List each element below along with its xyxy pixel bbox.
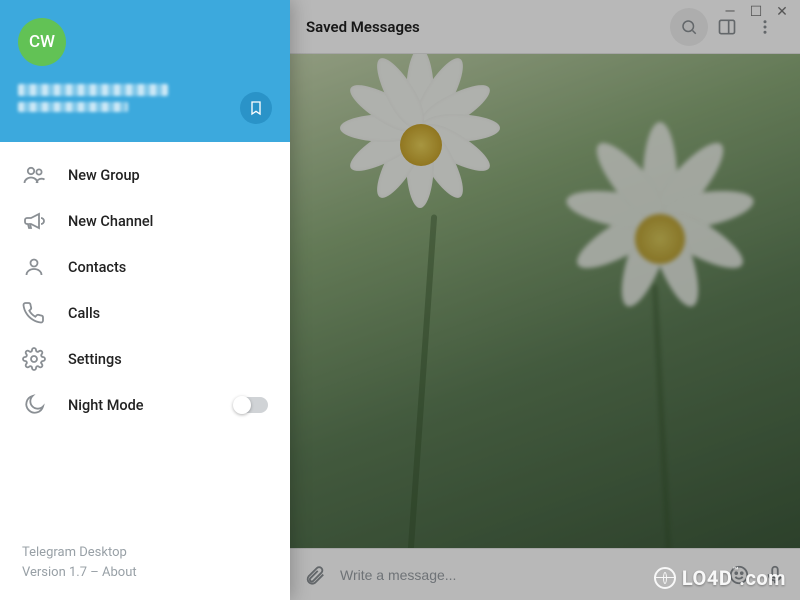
moon-icon <box>22 393 46 417</box>
drawer-menu: New Group New Channel Contacts <box>0 142 290 438</box>
group-icon <box>22 163 46 187</box>
menu-calls[interactable]: Calls <box>0 290 290 336</box>
watermark: LO4D™.com <box>654 566 786 590</box>
user-name-obscured <box>18 84 168 96</box>
window-maximize[interactable]: ☐ <box>748 4 764 18</box>
gear-icon <box>22 347 46 371</box>
menu-night-mode[interactable]: Night Mode <box>0 382 290 428</box>
drawer-header: CW <box>0 0 290 142</box>
window-close[interactable]: ✕ <box>774 4 790 18</box>
menu-contacts[interactable]: Contacts <box>0 244 290 290</box>
phone-icon <box>22 301 46 325</box>
menu-label: New Channel <box>68 213 268 230</box>
saved-messages-button[interactable] <box>240 92 272 124</box>
menu-new-channel[interactable]: New Channel <box>0 198 290 244</box>
user-info <box>18 84 272 112</box>
side-drawer: CW New Group <box>0 0 290 600</box>
avatar-initials: CW <box>29 32 55 52</box>
watermark-suffix: .com <box>739 566 786 590</box>
person-icon <box>22 255 46 279</box>
user-phone-obscured <box>18 102 128 112</box>
drawer-footer: Telegram Desktop Version 1.7 – About <box>0 529 290 600</box>
app-window: — ☐ ✕ Saved Messages <box>0 0 800 600</box>
search-icon[interactable] <box>670 8 708 46</box>
window-minimize[interactable]: — <box>722 4 738 18</box>
menu-label: Calls <box>68 305 268 322</box>
avatar[interactable]: CW <box>18 18 66 66</box>
menu-new-group[interactable]: New Group <box>0 152 290 198</box>
chat-title: Saved Messages <box>306 18 420 36</box>
version-about[interactable]: Version 1.7 – About <box>22 563 268 583</box>
attach-icon[interactable] <box>304 564 326 586</box>
watermark-text: LO4D <box>682 566 732 590</box>
menu-label: Settings <box>68 351 268 368</box>
menu-label: New Group <box>68 167 268 184</box>
chat-background <box>290 54 800 548</box>
window-controls: — ☐ ✕ <box>712 0 800 22</box>
menu-label: Contacts <box>68 259 268 276</box>
megaphone-icon <box>22 209 46 233</box>
globe-icon <box>654 567 676 589</box>
menu-label: Night Mode <box>68 397 212 414</box>
app-name: Telegram Desktop <box>22 543 268 563</box>
night-mode-toggle[interactable] <box>234 397 268 413</box>
menu-settings[interactable]: Settings <box>0 336 290 382</box>
